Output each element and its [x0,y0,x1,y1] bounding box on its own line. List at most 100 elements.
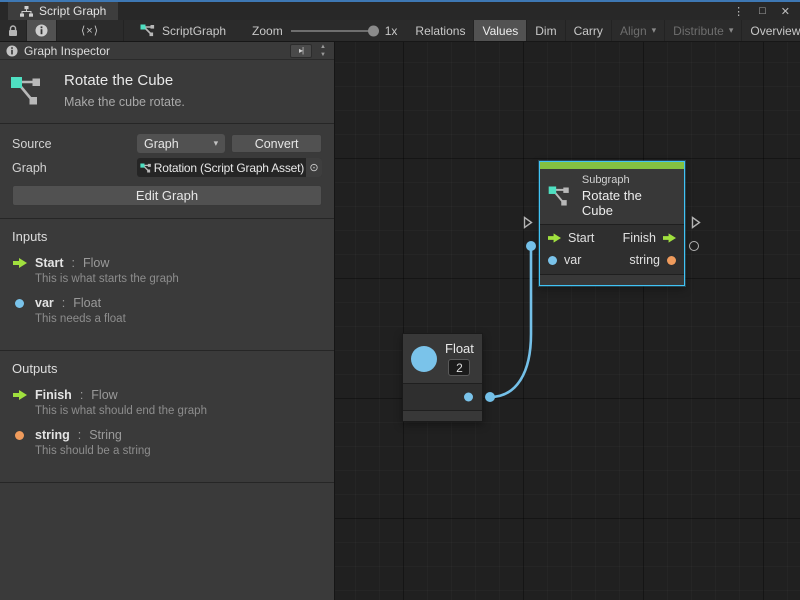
scroll-arrows[interactable]: ▲ ▼ [316,44,330,58]
subgraph-node-colorbar [540,162,684,169]
graph-asset-label: Graph [12,161,137,175]
port-name: Finish [35,388,72,402]
object-picker-button[interactable]: ⊙ [306,158,322,177]
zoom-slider-handle[interactable] [368,25,379,36]
align-label: Align [620,24,647,38]
finish-port-label: Finish [623,231,656,245]
list-item: Start : Flow This is what starts the gra… [12,256,322,285]
values-button[interactable]: Values [474,20,527,41]
overview-label: Overview [750,24,800,38]
convert-label: Convert [255,137,299,151]
var-in-port[interactable] [548,256,557,265]
port-row-values: var string [540,249,684,271]
var-port-label: var [564,253,581,267]
convert-button[interactable]: Convert [231,134,322,153]
float-node-header: Float 2 [403,334,482,383]
start-port-label: Start [568,231,594,245]
graph-canvas[interactable]: Float 2 Subgraph Rotate [335,42,800,600]
zoom-slider[interactable] [291,30,377,32]
subgraph-ports: Start Finish var string [540,224,684,274]
code-icon: ⟨×⟩ [81,24,99,37]
separator: : [78,428,81,442]
string-out-port[interactable] [667,256,676,265]
port-type: String [89,428,122,442]
port-description: This is what should end the graph [35,405,322,417]
float-node-body [403,383,482,410]
graph-title: Rotate the Cube [64,72,185,89]
port-description: This needs a float [35,313,322,325]
outputs-section: Outputs Finish : Flow This is what shoul… [0,351,334,483]
external-flow-out-marker[interactable] [691,216,701,234]
object-picker-icon: ⊙ [309,161,318,174]
subgraph-node[interactable]: Subgraph Rotate the Cube Start Finish [539,161,685,286]
list-item: var : Float This needs a float [12,296,322,325]
source-value: Graph [144,137,179,151]
dock-icon: ▸| [299,46,303,55]
lock-button[interactable] [0,20,27,41]
dim-button[interactable]: Dim [527,20,565,41]
float-type-icon [411,346,437,372]
graph-asset-value: Rotation (Script Graph Asset) [154,161,306,175]
port-name: Start [35,256,63,270]
tab-script-graph[interactable]: Script Graph [8,2,118,20]
subgraph-title: Rotate the Cube [582,188,676,218]
zoom-value: 1x [385,24,398,38]
values-label: Values [482,24,518,38]
value-port-icon [12,431,27,440]
script-graph-icon [140,163,152,173]
float-node[interactable]: Float 2 [402,333,483,422]
port-type: Flow [91,388,117,402]
port-description: This should be a string [35,445,322,457]
float-value-input[interactable]: 2 [448,359,470,376]
close-icon[interactable]: ✕ [781,5,790,18]
wire-end-dot[interactable] [526,241,536,251]
zoom-control: Zoom 1x [236,20,407,41]
zoom-label: Zoom [252,24,283,38]
dim-label: Dim [535,24,556,38]
float-output-port[interactable] [464,393,473,402]
carry-button[interactable]: Carry [566,20,612,41]
external-string-out-marker[interactable] [689,241,699,251]
title-bar: Script Graph ⋮ □ ✕ [0,0,800,20]
graph-icon [10,75,48,107]
wire-start-dot[interactable] [485,392,495,402]
scroll-up-icon[interactable]: ▲ [320,44,326,50]
separator: : [62,296,65,310]
info-icon [6,45,18,57]
inspector-title: Graph Inspector [24,44,110,58]
graph-asset-field[interactable]: Rotation (Script Graph Asset) ⊙ [137,158,322,177]
chevron-down-icon: ▾ [729,25,734,36]
external-flow-in-marker[interactable] [523,216,533,234]
edit-graph-label: Edit Graph [136,188,198,203]
source-row: Source Graph ▾ Convert [12,134,322,153]
kebab-menu-icon[interactable]: ⋮ [733,5,744,18]
graph-title-text: Rotate the Cube Make the cube rotate. [64,72,185,109]
code-view-button[interactable]: ⟨×⟩ [57,20,124,41]
graph-icon [548,185,574,207]
info-icon [35,24,48,37]
graph-properties: Source Graph ▾ Convert Graph [0,124,334,219]
maximize-icon[interactable]: □ [759,5,766,17]
relations-button[interactable]: Relations [407,20,474,41]
edit-graph-button[interactable]: Edit Graph [12,185,322,206]
distribute-button: Distribute ▾ [665,20,742,41]
flow-out-port[interactable] [663,233,676,243]
outputs-header: Outputs [12,361,322,376]
scroll-down-icon[interactable]: ▼ [320,52,326,58]
source-label: Source [12,137,137,151]
chevron-down-icon: ▾ [652,25,657,36]
connection-wire [335,42,800,599]
flow-port-icon [12,390,27,400]
inspector-toggle-button[interactable] [27,20,57,41]
inputs-header: Inputs [12,229,322,244]
inspector-header: Graph Inspector ▸| ▲ ▼ [0,42,334,60]
align-button: Align ▾ [612,20,665,41]
flow-in-port[interactable] [548,233,561,243]
graph-name-label: ScriptGraph [162,24,226,38]
overview-button[interactable]: Overview [742,20,800,41]
separator: : [71,256,74,270]
graph-inspector-panel: Graph Inspector ▸| ▲ ▼ Rotate the Cube M… [0,42,335,600]
source-dropdown[interactable]: Graph ▾ [137,134,225,153]
hierarchy-icon [20,6,33,17]
dock-button[interactable]: ▸| [290,44,312,58]
